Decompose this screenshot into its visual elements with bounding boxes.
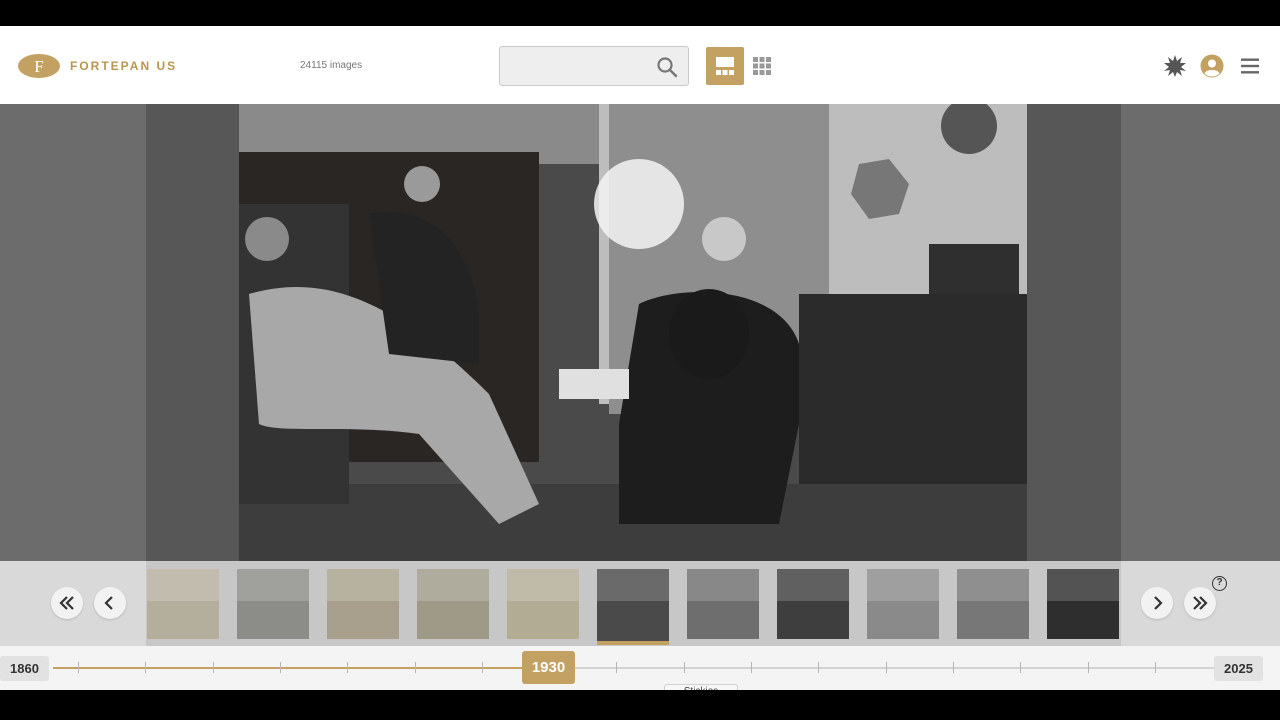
filmstrip-thumbnail[interactable] [597, 569, 669, 645]
single-view-icon [716, 57, 734, 75]
timeline-tick [1020, 662, 1022, 673]
chevron-left-icon [104, 596, 113, 610]
chevron-right-icon [1154, 596, 1163, 610]
top-header: F FORTEPAN US 24115 images [0, 26, 1280, 104]
main-photo[interactable] [239, 104, 1027, 561]
timeline-tick [885, 662, 887, 673]
filmstrip-thumbnail[interactable] [867, 569, 939, 639]
bottom-bar [0, 690, 1280, 720]
search-input[interactable] [500, 47, 650, 85]
filmstrip-thumbnail[interactable] [327, 569, 399, 639]
account-icon[interactable] [1200, 54, 1224, 78]
timeline-rail [548, 667, 1214, 669]
timeline-tick [481, 662, 483, 673]
search-icon[interactable] [656, 56, 678, 78]
timeline-progress [53, 667, 548, 669]
jump-forward-button[interactable] [1184, 587, 1216, 619]
timeline-tick [751, 662, 752, 673]
next-button[interactable] [1141, 587, 1173, 619]
thumbnail-shading [327, 569, 399, 601]
svg-text:F: F [34, 57, 43, 76]
timeline-tick [818, 662, 820, 673]
prev-button[interactable] [94, 587, 126, 619]
thumbnail-shading [867, 569, 939, 601]
filmstrip-thumbnail[interactable] [957, 569, 1029, 639]
double-chevron-left-icon [59, 596, 74, 610]
timeline-tick [1154, 662, 1156, 673]
timeline-tick [414, 662, 416, 673]
timeline-tick [616, 662, 618, 673]
filmstrip-thumbnail[interactable] [147, 569, 219, 639]
thumbnail-shading [1047, 569, 1119, 601]
photo-image [239, 104, 1027, 561]
timeline-tick [279, 662, 281, 673]
timeline-end-year[interactable]: 2025 [1214, 656, 1263, 681]
grid-view-icon[interactable] [751, 55, 773, 77]
photo-viewer [0, 104, 1280, 561]
thumbnail-shading [687, 569, 759, 601]
timeline-tick [78, 662, 79, 673]
thumbnail-shading [957, 569, 1029, 601]
filmstrip-thumbnail[interactable] [687, 569, 759, 639]
filmstrip-thumbnail[interactable] [417, 569, 489, 639]
filmstrip-thumbnail[interactable] [777, 569, 849, 639]
menu-icon[interactable] [1238, 54, 1262, 78]
logo-badge-icon: F [18, 54, 60, 78]
timeline-start-year[interactable]: 1860 [0, 656, 49, 681]
filmstrip-thumbnail[interactable] [1047, 569, 1119, 639]
timeline: 1860 2025 1930 [0, 646, 1280, 690]
logo-text: FORTEPAN US [70, 59, 178, 73]
filmstrip [0, 561, 1280, 646]
app-root: F FORTEPAN US 24115 images ? 1860 2025 1… [0, 0, 1280, 720]
thumbnail-shading [147, 569, 219, 601]
thumbnail-shading [237, 569, 309, 601]
double-chevron-right-icon [1193, 596, 1208, 610]
timeline-tick [145, 662, 147, 673]
timeline-tick [212, 662, 214, 673]
timeline-tick [683, 662, 685, 673]
theme-toggle-icon[interactable] [1163, 54, 1187, 78]
help-button[interactable]: ? [1212, 576, 1227, 591]
image-count: 24115 images [300, 60, 363, 71]
jump-back-button[interactable] [51, 587, 83, 619]
filmstrip-thumbnail[interactable] [507, 569, 579, 639]
filmstrip-thumbnail[interactable] [237, 569, 309, 639]
timeline-tick [952, 662, 954, 673]
search-box [499, 46, 689, 86]
thumbnail-shading [417, 569, 489, 601]
thumbnail-shading [597, 569, 669, 602]
thumbnail-shading [777, 569, 849, 601]
single-view-button[interactable] [706, 47, 744, 85]
photo-frame [146, 104, 1121, 561]
timeline-tick [347, 662, 349, 673]
thumbnail-shading [507, 569, 579, 601]
timeline-tick [1087, 662, 1089, 673]
timeline-year-handle[interactable]: 1930 [522, 651, 575, 684]
site-logo[interactable]: F FORTEPAN US [17, 53, 177, 79]
